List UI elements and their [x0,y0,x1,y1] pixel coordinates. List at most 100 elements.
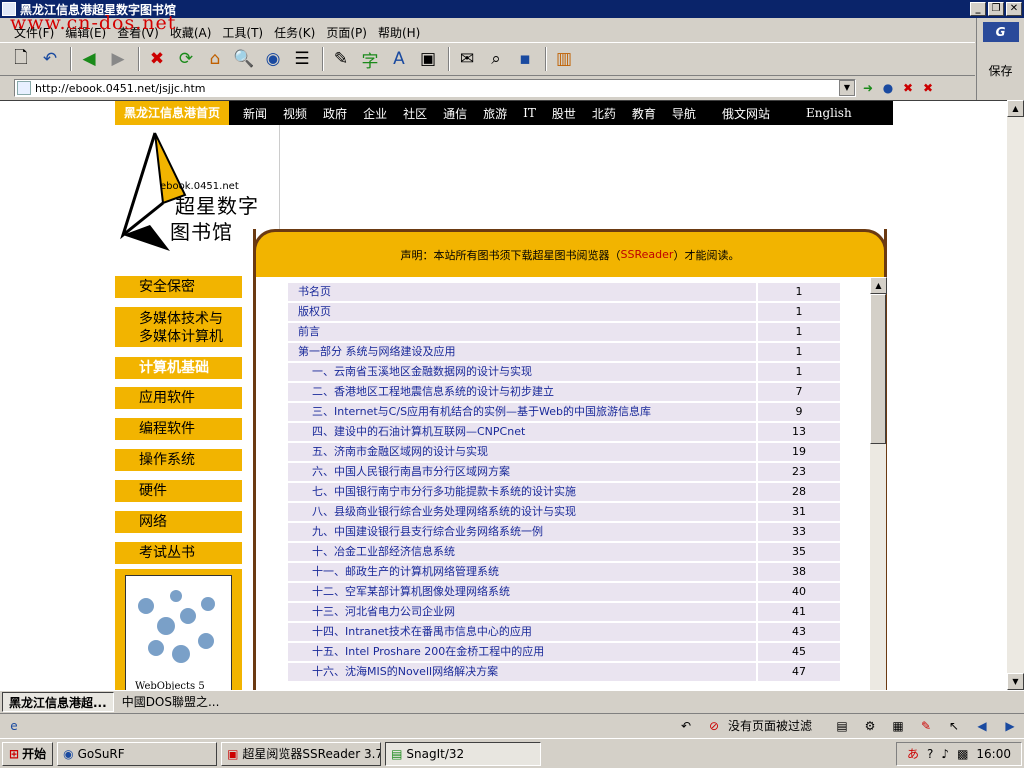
table-row[interactable]: 十六、沈海MIS的Novell网络解决方案 47 [288,663,840,683]
status-tool-icon[interactable]: ✎ [918,718,934,734]
nav-link[interactable]: 视频 [283,105,307,122]
minimize-button[interactable]: _ [970,2,986,16]
scroll-up-icon[interactable]: ▲ [870,277,887,294]
toc-title[interactable]: 一、云南省玉溪地区金融数据网的设计与实现 [288,363,756,381]
sidebar-item-network[interactable]: 网络 [115,511,242,535]
toc-title[interactable]: 第一部分 系统与网络建设及应用 [288,343,756,361]
cursor-icon[interactable]: ↖ [946,718,962,734]
font-icon[interactable]: 字 [357,46,383,72]
search-icon[interactable]: 🔍 [231,46,257,72]
clock[interactable]: 16:00 [976,747,1011,761]
table-row[interactable]: 十三、河北省电力公司企业网 41 [288,603,840,623]
home-icon[interactable]: ⌂ [202,46,228,72]
status-tool-icon[interactable]: ▤ [834,718,850,734]
toc-title[interactable]: 十二、空军某部计算机图像处理网络系统 [288,583,756,601]
toc-title[interactable]: 十、冶金工业部经济信息系统 [288,543,756,561]
sidebar-item-applications[interactable]: 应用软件 [115,387,242,411]
close-page-icon[interactable]: ✖ [900,80,916,96]
nav-forward-icon[interactable]: ▶ [1002,718,1018,734]
nav-link[interactable]: 股世 [552,105,576,122]
save-disk-icon[interactable]: ▪ [512,46,538,72]
ime-icon[interactable]: あ [907,745,919,762]
find-icon[interactable]: ⌕ [483,46,509,72]
toc-title[interactable]: 版权页 [288,303,756,321]
task-snagit[interactable]: ▤ SnagIt/32 [385,741,542,766]
chevron-down-icon[interactable]: ▼ [839,80,855,96]
toc-title[interactable]: 九、中国建设银行县支行综合业务网络系统一例 [288,523,756,541]
task-ssreader[interactable]: ▣ 超星阅览器SSReader 3.73 [221,741,382,766]
edit-page-icon[interactable]: ✎ [328,46,354,72]
mail-icon[interactable]: ✉ [454,46,480,72]
list-icon[interactable]: ☰ [289,46,315,72]
nav-back-icon[interactable]: ◀ [974,718,990,734]
nav-home-link[interactable]: 黑龙江信息港首页 [115,101,230,125]
scrollbar-thumb[interactable] [870,294,886,444]
nav-link[interactable]: 政府 [323,105,347,122]
menu-tools[interactable]: 工具(T) [222,24,263,41]
table-row[interactable]: 五、济南市金融区域网的设计与实现 19 [288,443,840,463]
table-row[interactable]: 前言 1 [288,323,840,343]
close-button[interactable]: ✕ [1006,2,1022,16]
nav-link[interactable]: 俄文网站 [722,105,770,122]
table-row[interactable]: 六、中国人民银行南昌市分行区域网方案 23 [288,463,840,483]
toc-title[interactable]: 十三、河北省电力公司企业网 [288,603,756,621]
popup-block-icon[interactable]: ⊘ [706,718,722,734]
book-cover-image[interactable]: WebObjects 5 [115,569,242,690]
table-row[interactable]: 书名页 1 [288,283,840,303]
sidebar-item-programming[interactable]: 编程软件 [115,418,242,442]
undo-icon[interactable]: ↶ [37,46,63,72]
address-url[interactable]: http://ebook.0451.net/jsjjc.htm [35,82,205,95]
nav-link[interactable]: English [806,106,852,120]
nav-link[interactable]: 社区 [403,105,427,122]
scroll-up-icon[interactable]: ▲ [1007,100,1024,117]
table-row[interactable]: 四、建设中的石油计算机互联网—CNPCnet 13 [288,423,840,443]
table-row[interactable]: 二、香港地区工程地震信息系统的设计与初步建立 7 [288,383,840,403]
toc-title[interactable]: 八、县级商业银行综合业务处理网络系统的设计与实现 [288,503,756,521]
tab-active[interactable]: 黑龙江信息港超... [2,691,114,712]
table-row[interactable]: 十一、邮政生产的计算机网络管理系统 38 [288,563,840,583]
status-tool-icon[interactable]: ⚙ [862,718,878,734]
nav-link[interactable]: IT [523,106,536,120]
back-icon[interactable]: ◀ [76,46,102,72]
nav-link[interactable]: 新闻 [243,105,267,122]
table-row[interactable]: 十二、空军某部计算机图像处理网络系统 40 [288,583,840,603]
table-row[interactable]: 十五、Intel Proshare 200在金桥工程中的应用 45 [288,643,840,663]
restore-button[interactable]: ❐ [988,2,1004,16]
sidebar-item-multimedia[interactable]: 多媒体技术与 多媒体计算机 [115,307,242,349]
toc-title[interactable]: 三、Internet与C/S应用有机结合的实例—基于Web的中国旅游信息库 [288,403,756,421]
go-icon[interactable]: ➜ [860,80,876,96]
forward-icon[interactable]: ▶ [105,46,131,72]
new-page-icon[interactable]: 🗋 [8,46,34,72]
address-field[interactable]: http://ebook.0451.net/jsjjc.htm ▼ [14,79,856,97]
toc-title[interactable]: 十六、沈海MIS的Novell网络解决方案 [288,663,756,681]
network-icon[interactable]: ▩ [957,747,968,761]
start-button[interactable]: ⊞ 开始 [2,741,54,766]
window-icon[interactable]: ▣ [415,46,441,72]
menu-tasks[interactable]: 任务(K) [274,24,315,41]
page-scrollbar[interactable]: ▲ ▼ [1007,100,1024,690]
stop-icon[interactable]: ✖ [144,46,170,72]
table-row[interactable]: 九、中国建设银行县支行综合业务网络系统一例 33 [288,523,840,543]
table-row[interactable]: 三、Internet与C/S应用有机结合的实例—基于Web的中国旅游信息库 9 [288,403,840,423]
toc-title[interactable]: 十五、Intel Proshare 200在金桥工程中的应用 [288,643,756,661]
table-row[interactable]: 十、冶金工业部经济信息系统 35 [288,543,840,563]
globe-icon[interactable]: ◉ [260,46,286,72]
toc-title[interactable]: 七、中国银行南宁市分行多功能提款卡系统的设计实施 [288,483,756,501]
search-engine-icon[interactable]: ● [880,80,896,96]
volume-icon[interactable]: ♪ [941,747,949,761]
sidebar-item-computer-basics[interactable]: 计算机基础 [115,357,242,381]
sidebar-item-os[interactable]: 操作系统 [115,449,242,473]
content-scrollbar[interactable]: ▲ [870,277,887,690]
panel-icon[interactable]: ▥ [551,46,577,72]
toc-title[interactable]: 六、中国人民银行南昌市分行区域网方案 [288,463,756,481]
close-all-icon[interactable]: ✖ [920,80,936,96]
menu-page[interactable]: 页面(P) [326,24,367,41]
toc-title[interactable]: 四、建设中的石油计算机互联网—CNPCnet [288,423,756,441]
nav-link[interactable]: 导航 [672,105,696,122]
sidebar-item-security[interactable]: 安全保密 [115,276,242,300]
toc-title[interactable]: 二、香港地区工程地震信息系统的设计与初步建立 [288,383,756,401]
undo-close-icon[interactable]: ↶ [678,718,694,734]
toc-title[interactable]: 书名页 [288,283,756,301]
sidebar-item-hardware[interactable]: 硬件 [115,480,242,504]
table-row[interactable]: 七、中国银行南宁市分行多功能提款卡系统的设计实施 28 [288,483,840,503]
